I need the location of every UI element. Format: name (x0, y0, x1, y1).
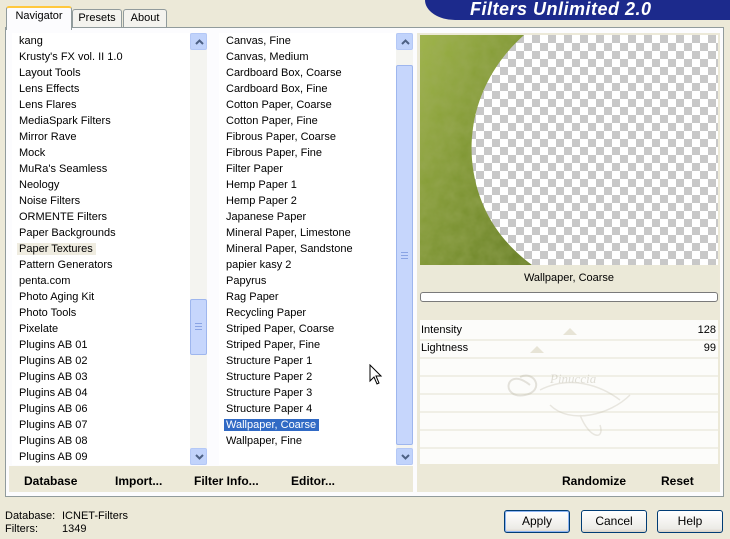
slider-thumb-icon[interactable] (562, 326, 577, 335)
app-title: Filters Unlimited 2.0 (470, 0, 652, 19)
list-item[interactable]: Plugins AB 03 (12, 369, 190, 385)
category-list[interactable]: kang Krusty's FX vol. II 1.0 Layout Tools L… (12, 33, 190, 465)
filter-info-link[interactable]: Filter Info... (194, 474, 259, 488)
list-item[interactable]: Plugins AB 04 (12, 385, 190, 401)
reset-link[interactable]: Reset (661, 474, 694, 488)
list-item[interactable]: Rag Paper (219, 289, 396, 305)
list-item[interactable]: Krusty's FX vol. II 1.0 (12, 49, 190, 65)
list-item[interactable]: Plugins AB 06 (12, 401, 190, 417)
list-item[interactable]: Mock (12, 145, 190, 161)
database-link[interactable]: Database (24, 474, 77, 488)
scroll-down-button[interactable] (396, 448, 413, 465)
list-item[interactable]: Fibrous Paper, Fine (219, 145, 396, 161)
list-item[interactable]: Pixelate (12, 321, 190, 337)
progress-bar (420, 292, 718, 302)
filter-list[interactable]: Canvas, Fine Canvas, Medium Cardboard Box,… (219, 33, 396, 465)
slider-thumb-icon[interactable] (530, 344, 545, 353)
intensity-slider[interactable]: Intensity 128 (420, 322, 718, 339)
database-value: ICNET-Filters (62, 510, 128, 522)
list-item[interactable]: MuRa's Seamless (12, 161, 190, 177)
list-item[interactable]: Striped Paper, Fine (219, 337, 396, 353)
list-item[interactable]: Cardboard Box, Fine (219, 81, 396, 97)
tab-presets[interactable]: Presets (72, 9, 122, 28)
list-item[interactable]: Lens Flares (12, 97, 190, 113)
filters-count-value: 1349 (62, 523, 87, 535)
list-item[interactable]: Recycling Paper (219, 305, 396, 321)
list-item[interactable]: Japanese Paper (219, 209, 396, 225)
chevron-down-icon (401, 454, 410, 460)
scroll-up-button[interactable] (396, 33, 413, 50)
lightness-value: 99 (703, 342, 716, 354)
list-item[interactable]: Lens Effects (12, 81, 190, 97)
chevron-up-icon (195, 39, 204, 45)
list-item[interactable]: MediaSpark Filters (12, 113, 190, 129)
apply-button[interactable]: Apply (504, 510, 570, 533)
list-item[interactable]: Plugins AB 02 (12, 353, 190, 369)
list-item[interactable]: Mineral Paper, Sandstone (219, 241, 396, 257)
list-item[interactable]: Wallpaper, Coarse (219, 417, 396, 433)
chevron-down-icon (195, 454, 204, 460)
tab-navigator[interactable]: Navigator (6, 6, 72, 30)
category-scrollbar[interactable] (190, 33, 207, 465)
watermark-logo: Pinuccia (507, 371, 631, 436)
list-item[interactable]: Structure Paper 3 (219, 385, 396, 401)
list-item[interactable]: Wallpaper, Fine (219, 433, 396, 449)
svg-text:Pinuccia: Pinuccia (549, 371, 597, 386)
lightness-label: Lightness (421, 342, 469, 354)
list-item[interactable]: Canvas, Fine (219, 33, 396, 49)
list-item[interactable]: Papyrus (219, 273, 396, 289)
list-item[interactable]: Pattern Generators (12, 257, 190, 273)
import-link[interactable]: Import... (115, 474, 162, 488)
chevron-up-icon (401, 39, 410, 45)
list-item[interactable]: kang (12, 33, 190, 49)
list-item[interactable]: Plugins AB 01 (12, 337, 190, 353)
database-label: Database: (5, 510, 56, 522)
list-item[interactable]: Striped Paper, Coarse (219, 321, 396, 337)
list-item[interactable]: Paper Textures (12, 241, 190, 257)
list-item[interactable]: Filter Paper (219, 161, 396, 177)
preview-image (420, 35, 718, 265)
intensity-value: 128 (697, 324, 716, 336)
list-item[interactable]: Mineral Paper, Limestone (219, 225, 396, 241)
help-button[interactable]: Help (657, 510, 723, 533)
list-item[interactable]: Plugins AB 08 (12, 433, 190, 449)
scroll-thumb[interactable] (396, 65, 413, 445)
preview-filter-name: Wallpaper, Coarse (420, 266, 718, 291)
filter-scrollbar[interactable] (396, 33, 413, 465)
list-item[interactable]: Photo Aging Kit (12, 289, 190, 305)
tab-about[interactable]: About (123, 9, 167, 28)
list-item[interactable]: Fibrous Paper, Coarse (219, 129, 396, 145)
randomize-link[interactable]: Randomize (562, 474, 626, 488)
intensity-label: Intensity (421, 324, 462, 336)
list-item[interactable]: Layout Tools (12, 65, 190, 81)
list-item[interactable]: Photo Tools (12, 305, 190, 321)
list-item[interactable]: Structure Paper 4 (219, 401, 396, 417)
list-item[interactable]: Cotton Paper, Fine (219, 113, 396, 129)
scroll-down-button[interactable] (190, 448, 207, 465)
filters-count-label: Filters: (5, 523, 38, 535)
list-item[interactable]: Canvas, Medium (219, 49, 396, 65)
list-item[interactable]: Noise Filters (12, 193, 190, 209)
cancel-button[interactable]: Cancel (581, 510, 647, 533)
mouse-cursor-icon (369, 364, 383, 385)
scroll-thumb[interactable] (190, 299, 207, 355)
scroll-up-button[interactable] (190, 33, 207, 50)
list-item[interactable]: Cardboard Box, Coarse (219, 65, 396, 81)
list-item[interactable]: Hemp Paper 1 (219, 177, 396, 193)
list-item[interactable]: Paper Backgrounds (12, 225, 190, 241)
list-item[interactable]: Mirror Rave (12, 129, 190, 145)
list-item[interactable]: penta.com (12, 273, 190, 289)
list-item[interactable]: Plugins AB 07 (12, 417, 190, 433)
list-item[interactable]: Neology (12, 177, 190, 193)
list-item[interactable]: papier kasy 2 (219, 257, 396, 273)
list-item[interactable]: Hemp Paper 2 (219, 193, 396, 209)
list-item[interactable]: ORMENTE Filters (12, 209, 190, 225)
list-item[interactable]: Cotton Paper, Coarse (219, 97, 396, 113)
editor-link[interactable]: Editor... (291, 474, 335, 488)
list-item[interactable]: Plugins AB 09 (12, 449, 190, 465)
